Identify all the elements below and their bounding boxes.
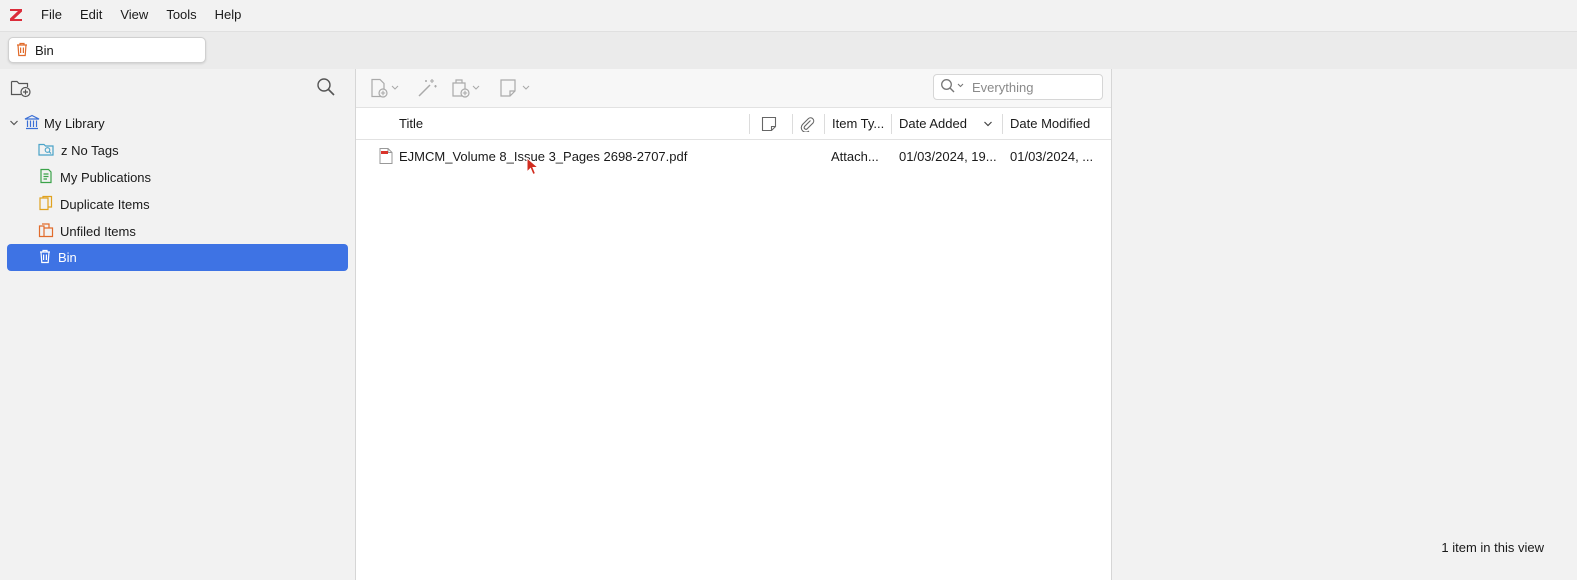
add-attachment-icon: [452, 79, 480, 98]
duplicate-icon: [38, 195, 54, 214]
table-row[interactable]: EJMCM_Volume 8_Issue 3_Pages 2698-2707.p…: [356, 140, 1111, 172]
saved-search-icon: [38, 141, 55, 160]
new-item-icon: [371, 78, 399, 98]
items-pane: Title Item Ty... Date Added Date Modifie…: [356, 69, 1112, 580]
column-title-label: Title: [399, 116, 424, 131]
collections-toolbar: [0, 69, 355, 107]
collection-label: Unfiled Items: [60, 223, 136, 239]
collection-unfiled-items[interactable]: Unfiled Items: [7, 218, 348, 244]
menu-bar: File Edit View Tools Help: [0, 0, 1577, 30]
add-by-identifier-button[interactable]: [416, 75, 438, 101]
item-count-status: 1 item in this view: [1441, 540, 1544, 555]
collection-search-button[interactable]: [316, 77, 336, 100]
column-header: Title Item Ty... Date Added Date Modifie…: [356, 108, 1111, 140]
column-date-modified[interactable]: Date Modified: [1010, 108, 1105, 139]
collection-my-publications[interactable]: My Publications: [7, 164, 348, 190]
column-item-type[interactable]: Item Ty...: [832, 108, 890, 139]
add-attachment-button[interactable]: [451, 75, 485, 101]
new-collection-icon: [10, 80, 31, 98]
items-search-box[interactable]: [933, 74, 1103, 100]
collection-label: z No Tags: [61, 142, 119, 158]
collection-bin[interactable]: Bin: [7, 244, 348, 271]
column-attachments[interactable]: [799, 108, 824, 139]
mouse-cursor-icon: [526, 156, 540, 180]
items-toolbar: [356, 69, 1111, 108]
item-type: Attach...: [831, 148, 879, 164]
trash-icon: [15, 41, 29, 60]
column-separator[interactable]: [749, 114, 750, 134]
column-notes[interactable]: [761, 108, 791, 139]
collection-duplicate-items[interactable]: Duplicate Items: [7, 191, 348, 217]
tab-label: Bin: [35, 42, 54, 58]
chevron-down-icon[interactable]: [9, 116, 19, 131]
column-item-type-label: Item Ty...: [832, 116, 885, 131]
search-icon: [941, 78, 964, 92]
publications-icon: [38, 168, 54, 187]
column-separator[interactable]: [824, 114, 825, 134]
menu-edit[interactable]: Edit: [71, 0, 111, 30]
item-date-modified: 01/03/2024, ...: [1010, 148, 1094, 164]
chevron-down-icon: [984, 121, 992, 127]
zotero-logo-icon: [0, 0, 32, 30]
item-date-added: 01/03/2024, 19...: [899, 148, 997, 164]
tab-bin[interactable]: Bin: [8, 37, 206, 63]
new-note-button[interactable]: [499, 75, 533, 101]
library-icon: [24, 114, 40, 133]
menu-file[interactable]: File: [32, 0, 71, 30]
column-title[interactable]: Title: [399, 108, 749, 139]
collection-label: Bin: [58, 250, 77, 265]
column-separator[interactable]: [792, 114, 793, 134]
pdf-icon: [378, 140, 398, 172]
collection-label: My Library: [44, 115, 105, 131]
search-input[interactable]: [970, 78, 1094, 96]
item-pane: 1 item in this view: [1112, 69, 1577, 580]
collection-z-no-tags[interactable]: z No Tags: [7, 137, 348, 163]
column-separator[interactable]: [1002, 114, 1003, 134]
collection-my-library[interactable]: My Library: [7, 110, 348, 136]
column-separator[interactable]: [891, 114, 892, 134]
paperclip-icon: [800, 116, 815, 132]
menu-tools[interactable]: Tools: [157, 0, 205, 30]
trash-icon: [38, 248, 52, 267]
column-date-added[interactable]: Date Added: [899, 108, 1001, 139]
menu-view[interactable]: View: [111, 0, 157, 30]
unfiled-icon: [38, 222, 54, 241]
search-mode-dropdown[interactable]: [940, 78, 966, 97]
menu-help[interactable]: Help: [206, 0, 251, 30]
tab-bar: Bin: [0, 31, 1577, 70]
collection-label: My Publications: [60, 169, 152, 185]
collection-label: Duplicate Items: [60, 196, 150, 212]
magic-wand-icon: [418, 79, 437, 97]
new-collection-button[interactable]: [10, 78, 32, 101]
search-icon: [317, 78, 335, 96]
note-icon: [761, 116, 777, 131]
collections-pane: My Library z No Tags My Publications Dup…: [0, 69, 356, 580]
new-item-button[interactable]: [370, 75, 404, 101]
column-date-modified-label: Date Modified: [1010, 116, 1091, 131]
item-title: EJMCM_Volume 8_Issue 3_Pages 2698-2707.p…: [399, 148, 688, 164]
column-date-added-label: Date Added: [899, 116, 967, 131]
note-icon: [500, 79, 530, 97]
